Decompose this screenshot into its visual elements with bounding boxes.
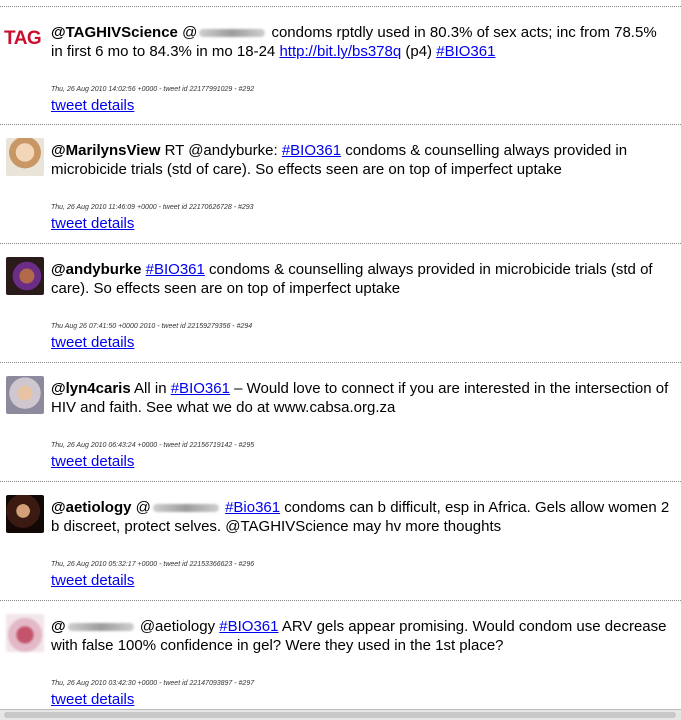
avatar[interactable] — [6, 257, 44, 295]
tweet-details-link[interactable]: tweet details — [51, 334, 134, 351]
tweet-item: @MarilynsView RT @andyburke: #BIO361 con… — [0, 125, 681, 243]
tweet-username[interactable]: @MarilynsView — [51, 142, 160, 159]
tweet-text: @ @aetiology #BIO361 ARV gels appear pro… — [51, 618, 667, 654]
tweet-link[interactable]: http://bit.ly/bs378q — [279, 43, 401, 60]
hashtag-link[interactable]: #BIO361 — [171, 380, 230, 397]
tweet-username[interactable]: @andyburke — [51, 261, 141, 278]
tweet-username[interactable]: @lyn4caris — [51, 380, 131, 397]
redacted-handle — [199, 29, 266, 38]
hashtag-link[interactable]: #Bio361 — [225, 499, 280, 516]
tweet-text: @andyburke #BIO361 condoms & counselling… — [51, 261, 653, 297]
avatar[interactable]: TAG — [4, 20, 46, 58]
scrollbar-thumb[interactable] — [4, 712, 676, 718]
tweet-details-link[interactable]: tweet details — [51, 572, 134, 589]
tweet-details-link[interactable]: tweet details — [51, 215, 134, 232]
tweet-text: @TAGHIVScience @ condoms rptdly used in … — [51, 24, 657, 60]
avatar[interactable] — [6, 376, 44, 414]
tweet-text: @lyn4caris All in #BIO361 – Would love t… — [51, 380, 669, 416]
tweet-item: @aetiology @ #Bio361 condoms can b diffi… — [0, 482, 681, 600]
tweet-username[interactable]: @ — [51, 618, 66, 635]
avatar[interactable] — [6, 614, 44, 652]
redacted-handle — [67, 623, 134, 632]
tweet-text: @MarilynsView RT @andyburke: #BIO361 con… — [51, 142, 628, 178]
tweet-username[interactable]: @TAGHIVScience — [51, 24, 178, 41]
tweet-meta: Thu, 26 Aug 2010 14:02:56 +0000 - tweet … — [51, 86, 255, 93]
tweet-username[interactable]: @aetiology — [51, 499, 131, 516]
hashtag-link[interactable]: #BIO361 — [282, 142, 341, 159]
tweet-meta: Thu Aug 26 07:41:50 +0000 2010 - tweet i… — [51, 323, 253, 330]
tweet-details-link[interactable]: tweet details — [51, 453, 134, 470]
hashtag-link[interactable]: #BIO361 — [146, 261, 205, 278]
tweet-meta: Thu, 26 Aug 2010 06:43:24 +0000 - tweet … — [51, 442, 255, 449]
tweet-details-link[interactable]: tweet details — [51, 97, 134, 114]
avatar[interactable] — [6, 495, 44, 533]
hashtag-link[interactable]: #BIO361 — [219, 618, 278, 635]
tweet-details-link[interactable]: tweet details — [51, 691, 134, 708]
tweet-meta: Thu, 26 Aug 2010 05:32:17 +0000 - tweet … — [51, 561, 255, 568]
avatar[interactable] — [6, 138, 44, 176]
hashtag-link[interactable]: #BIO361 — [436, 43, 495, 60]
tweet-meta: Thu, 26 Aug 2010 11:46:09 +0000 - tweet … — [51, 204, 254, 211]
tweet-item: @andyburke #BIO361 condoms & counselling… — [0, 244, 681, 362]
horizontal-scrollbar[interactable] — [0, 709, 681, 720]
tweet-text: @aetiology @ #Bio361 condoms can b diffi… — [51, 499, 670, 535]
tweet-item: TAG @TAGHIVScience @ condoms rptdly used… — [0, 7, 681, 125]
tweet-meta: Thu, 26 Aug 2010 03:42:30 +0000 - tweet … — [51, 680, 255, 687]
tweet-item: @lyn4caris All in #BIO361 – Would love t… — [0, 363, 681, 481]
redacted-handle — [152, 504, 219, 513]
tweet-item: @ @aetiology #BIO361 ARV gels appear pro… — [0, 601, 681, 719]
